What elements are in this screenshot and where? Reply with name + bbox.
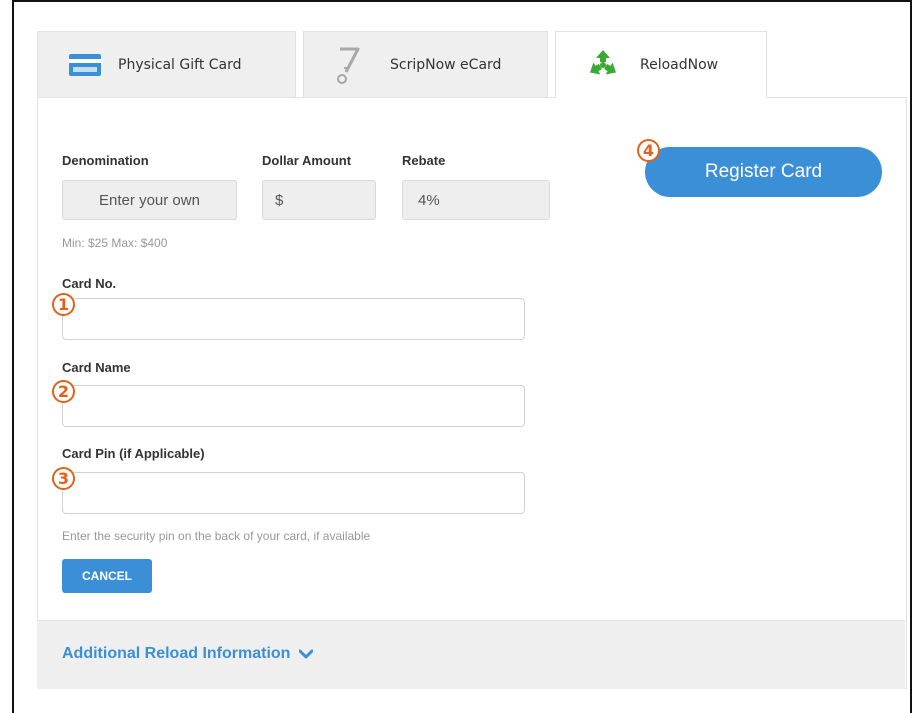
card-name-input[interactable]: [62, 385, 525, 427]
tab-label: ScripNow eCard: [390, 56, 502, 73]
step-badge-4: 4: [637, 139, 660, 162]
dollar-amount-field: $: [262, 180, 376, 220]
min-max-hint: Min: $25 Max: $400: [62, 236, 168, 250]
card-name-label: Card Name: [62, 360, 131, 375]
dollar-amount-label: Dollar Amount: [262, 153, 352, 168]
register-card-button[interactable]: Register Card: [645, 147, 882, 197]
rebate-label: Rebate: [402, 153, 446, 168]
denomination-label: Denomination: [62, 153, 149, 168]
denomination-select[interactable]: Enter your own: [62, 180, 237, 220]
chevron-down-icon: [299, 649, 314, 659]
denomination-value: Enter your own: [99, 191, 200, 209]
card-pin-label: Card Pin (if Applicable): [62, 446, 205, 461]
dollar-amount-value: $: [275, 191, 284, 209]
credit-card-icon: [68, 53, 102, 77]
card-no-label: Card No.: [62, 276, 117, 291]
tab-physical-gift-card[interactable]: Physical Gift Card: [37, 31, 296, 97]
additional-reload-info-label: Additional Reload Information: [62, 645, 291, 662]
tab-reloadnow[interactable]: ReloadNow: [555, 31, 767, 98]
scripnow-icon: [334, 46, 360, 84]
step-badge-1: 1: [52, 293, 75, 316]
card-pin-input[interactable]: [62, 472, 525, 514]
rebate-field: 4%: [402, 180, 550, 220]
step-badge-2: 2: [52, 380, 75, 403]
recycle-icon: [586, 48, 620, 82]
tab-label: Physical Gift Card: [118, 56, 242, 73]
additional-info-footer: Additional Reload Information: [37, 620, 905, 689]
card-no-input[interactable]: [62, 298, 525, 340]
rebate-value: 4%: [418, 191, 440, 209]
tab-label: ReloadNow: [640, 57, 719, 73]
tab-scripnow-ecard[interactable]: ScripNow eCard: [303, 31, 548, 97]
pin-help-text: Enter the security pin on the back of yo…: [62, 529, 371, 543]
additional-reload-info-link[interactable]: Additional Reload Information: [62, 645, 314, 663]
cancel-button[interactable]: CANCEL: [62, 559, 152, 593]
step-badge-3: 3: [52, 467, 75, 490]
